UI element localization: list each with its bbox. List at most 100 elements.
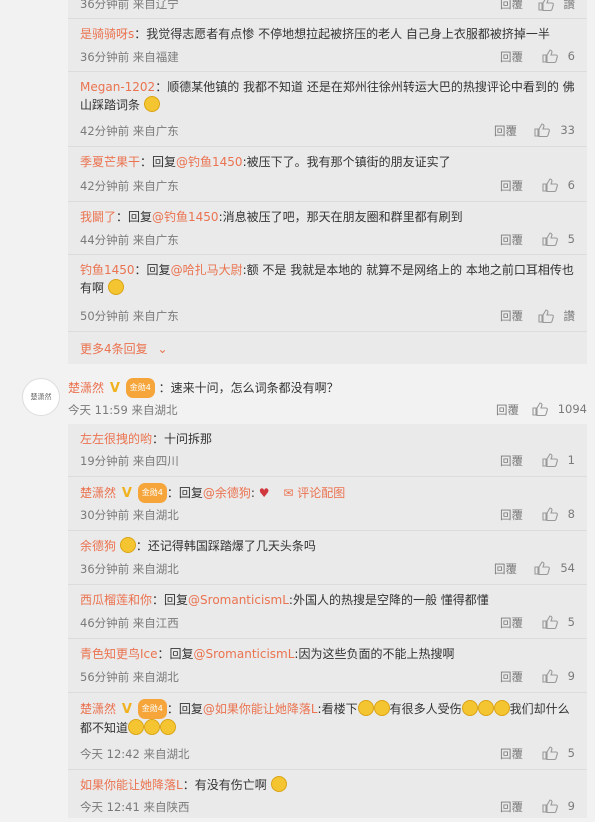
list-item: 楚潇然 V 金勋4 ：回复@如果你能让她降落L:看楼下 有很多人受伤 我们却什么都不知… (68, 693, 587, 770)
username-link[interactable]: 是骑骑呀s (80, 27, 134, 41)
reply-meta: 36分钟前 来自福建 (80, 50, 179, 64)
reply-text: 青色知更鸟Ice：回复@SromanticismL:因为这些负面的不能上热搜啊 (80, 645, 577, 663)
mention-link[interactable]: @钓鱼1450 (152, 210, 219, 224)
reply-text: 我鬭了：回复@钓鱼1450:消息被压了吧，那天在朋友圈和群里都有刷到 (80, 208, 577, 226)
username-link[interactable]: 楚潇然 (68, 381, 104, 395)
reply-button[interactable]: 回覆 (500, 232, 523, 248)
like-button[interactable]: 6 (542, 49, 575, 63)
mention-link[interactable]: @余德狗 (203, 486, 251, 500)
reply-text: 楚潇然 V 金勋4 ：回复@余德狗: ♥ ✉ 评论配图 (80, 483, 577, 503)
like-button[interactable]: 33 (534, 123, 575, 137)
avatar[interactable]: 楚潇然 (22, 378, 60, 416)
emoji-icon (160, 719, 177, 735)
like-button[interactable]: 5 (542, 615, 575, 629)
like-button[interactable]: 讚 (537, 0, 575, 12)
thumbs-up-icon (542, 746, 558, 760)
reply-button[interactable]: 回覆 (500, 615, 523, 631)
username-link[interactable]: Megan-1202 (80, 80, 155, 94)
reply-button[interactable]: 回覆 (494, 561, 517, 577)
like-button[interactable]: 1 (542, 453, 575, 467)
reply-button[interactable]: 回覆 (500, 178, 523, 194)
reply-panel-sub: 左左很拽的哟：十问拆那 19分钟前 来自四川 回覆 1 楚潇然 V 金勋4 ：回复… (68, 424, 587, 818)
list-item: 楚潇然 V 金勋4 ：回复@余德狗: ♥ ✉ 评论配图 30分钟前 来自湖北 回覆… (68, 477, 587, 531)
reply-body-tail: :被压下了。我有那个镇街的朋友证实了 (242, 155, 451, 169)
username-link[interactable]: 左左很拽的哟 (80, 432, 152, 446)
username-link[interactable]: 余德狗 (80, 539, 116, 553)
like-button[interactable]: 8 (542, 507, 575, 521)
username-link[interactable]: 如果你能让她降落L (80, 778, 183, 792)
emoji-icon (143, 96, 160, 112)
reply-text: 钓鱼1450：回复@哈扎马大尉:额 不是 我就是本地的 就算不是网络上的 本地之… (80, 261, 577, 297)
list-item: 钓鱼1450：回复@哈扎马大尉:额 不是 我就是本地的 就算不是网络上的 本地之… (68, 255, 587, 332)
reply-body-tail: :外国人的热搜是空降的一般 懂得都懂 (288, 593, 489, 607)
reply-body: ：回复 (152, 593, 189, 607)
broken-heart-icon: ♥ (258, 486, 270, 500)
reply-text: 西瓜榴莲和你：回复@SromanticismL:外国人的热搜是空降的一般 懂得都… (80, 591, 577, 609)
reply-button[interactable]: 回覆 (500, 799, 523, 815)
reply-body-tail: :看楼下 (317, 702, 358, 716)
reply-button[interactable]: 回覆 (496, 402, 519, 418)
reply-button[interactable]: 回覆 (500, 746, 523, 762)
list-item: 左左很拽的哟：十问拆那 19分钟前 来自四川 回覆 1 (68, 424, 587, 477)
mention-link[interactable]: @如果你能让她降落L (203, 702, 318, 716)
image-icon: ✉ (283, 486, 294, 500)
reply-body: ：十问拆那 (152, 432, 213, 446)
reply-body: ：有没有伤亡啊 (182, 778, 267, 792)
reply-meta: 36分钟前 来自湖北 (80, 562, 179, 576)
reply-text: 是骑骑呀s：我觉得志愿者有点惨 不停地想拉起被挤压的老人 自己身上衣服都被挤掉一… (80, 25, 577, 43)
reply-body: ：回复 (157, 647, 194, 661)
username-link[interactable]: 西瓜榴莲和你 (80, 593, 152, 607)
like-button[interactable]: 54 (534, 561, 575, 575)
reply-meta: 今天 12:42 来自湖北 (80, 747, 190, 761)
reply-button[interactable]: 回覆 (500, 49, 523, 65)
comment-thread: 36分钟前 来自辽宁 回覆 讚 是骑骑呀s：我觉得志愿者有点惨 不停地想拉起被挤… (0, 0, 595, 818)
mention-link[interactable]: @钓鱼1450 (176, 155, 243, 169)
reply-panel-top: 36分钟前 来自辽宁 回覆 讚 是骑骑呀s：我觉得志愿者有点惨 不停地想拉起被挤… (68, 0, 587, 364)
comment-image-link[interactable]: 评论配图 (297, 486, 345, 500)
list-item: 西瓜榴莲和你：回复@SromanticismL:外国人的热搜是空降的一般 懂得都… (68, 585, 587, 639)
emoji-icon (128, 719, 145, 735)
reply-button[interactable]: 回覆 (500, 669, 523, 685)
mention-link[interactable]: @哈扎马大尉 (171, 263, 243, 277)
reply-meta: 今天 12:41 来自陕西 (80, 800, 190, 814)
reply-meta: 30分钟前 来自湖北 (80, 508, 179, 522)
like-button[interactable]: 5 (542, 746, 575, 760)
username-link[interactable]: 楚潇然 (80, 486, 116, 500)
username-link[interactable]: 钓鱼1450 (80, 263, 135, 277)
mention-link[interactable]: @SromanticismL (194, 647, 295, 661)
reply-text: 季夏芒果干：回复@钓鱼1450:被压下了。我有那个镇街的朋友证实了 (80, 153, 577, 171)
list-item: 我鬭了：回复@钓鱼1450:消息被压了吧，那天在朋友圈和群里都有刷到 44分钟前… (68, 202, 587, 255)
reply-body: ：回复 (166, 486, 203, 500)
mention-link[interactable]: @SromanticismL (188, 593, 289, 607)
username-link[interactable]: 青色知更鸟Ice (80, 647, 158, 661)
reply-button[interactable]: 回覆 (500, 0, 523, 12)
thumbs-up-icon (542, 178, 558, 192)
thumbs-up-icon (542, 507, 558, 521)
comment-meta: 今天 11:59 来自湖北 (68, 403, 178, 417)
reply-button[interactable]: 回覆 (500, 308, 523, 324)
list-item: 余德狗 ：还记得韩国踩踏爆了几天头条吗 36分钟前 来自湖北 回覆 54 (68, 531, 587, 585)
thumbs-up-icon (542, 799, 558, 813)
like-count: 54 (560, 561, 575, 575)
like-count: 1 (567, 453, 575, 467)
crying-emoji-icon (107, 279, 124, 295)
like-button[interactable]: 5 (542, 232, 575, 246)
reply-meta: 19分钟前 来自四川 (80, 454, 179, 468)
like-button[interactable]: 讚 (537, 308, 575, 324)
username-link[interactable]: 季夏芒果干 (80, 155, 140, 169)
like-button[interactable]: 6 (542, 178, 575, 192)
thumbs-up-icon (537, 309, 554, 323)
more-replies-link[interactable]: 更多4条回复 ⌄ (80, 340, 168, 357)
thumbs-up-icon (537, 0, 554, 11)
like-count: 5 (567, 615, 575, 629)
like-button[interactable]: 9 (542, 669, 575, 683)
username-link[interactable]: 我鬭了 (80, 210, 116, 224)
reply-button[interactable]: 回覆 (494, 123, 517, 139)
reply-button[interactable]: 回覆 (500, 507, 523, 523)
username-link[interactable]: 楚潇然 (80, 702, 116, 716)
like-count: 5 (567, 746, 575, 760)
reply-button[interactable]: 回覆 (500, 453, 523, 469)
like-button[interactable]: 1094 (532, 402, 587, 416)
like-button[interactable]: 9 (542, 799, 575, 813)
like-count: 1094 (557, 402, 587, 416)
